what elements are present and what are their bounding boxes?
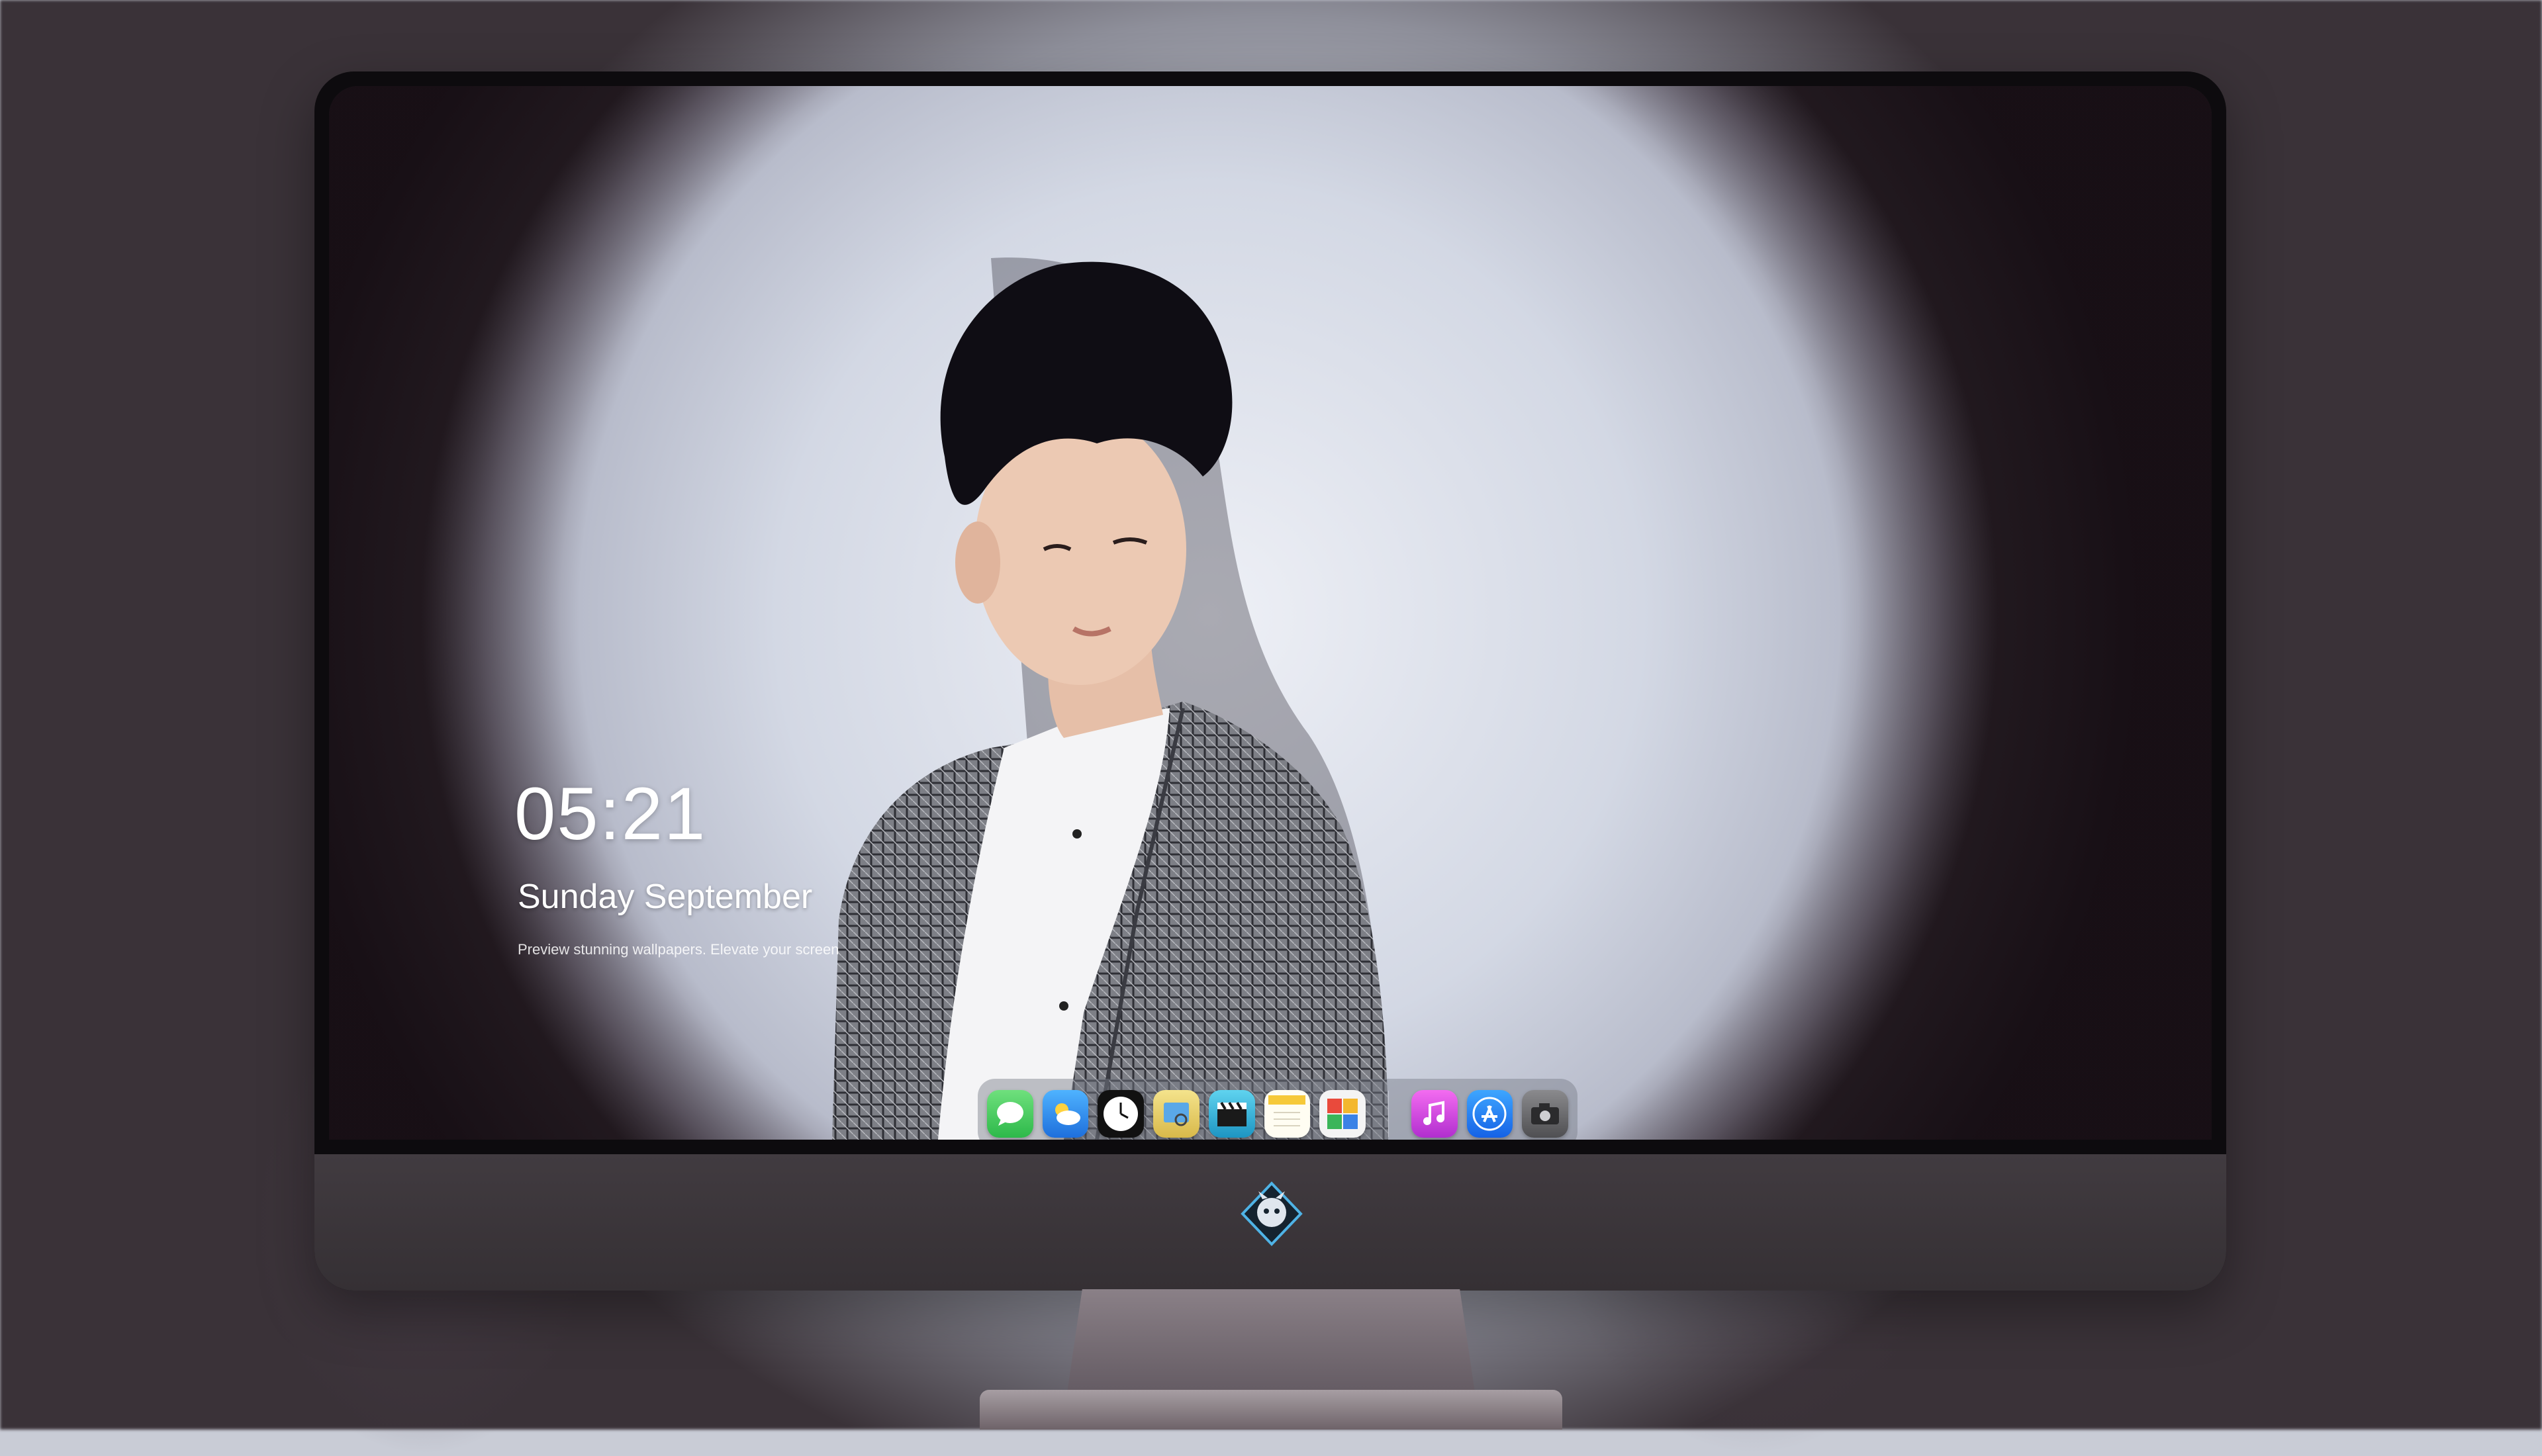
dock-app-preview[interactable] — [1153, 1090, 1200, 1138]
dock-app-notes[interactable] — [1264, 1090, 1311, 1138]
dock-app-itunes[interactable] — [1411, 1090, 1458, 1138]
desktop-screen: 05:21 Sunday September Preview stunning … — [329, 86, 2212, 1140]
dock-app-clips[interactable] — [1208, 1090, 1255, 1138]
dock — [978, 1079, 1577, 1140]
lockscreen-tagline: Preview stunning wallpapers. Elevate you… — [518, 941, 839, 958]
weather-icon — [1055, 1103, 1080, 1125]
camera-icon — [1531, 1103, 1560, 1124]
dock-app-weather[interactable] — [1042, 1090, 1089, 1138]
screen-vignette — [329, 86, 2212, 1140]
dock-app-clock[interactable] — [1098, 1090, 1145, 1138]
clock-icon — [1104, 1097, 1139, 1131]
clapperboard-icon — [1217, 1101, 1247, 1126]
mascot-logo — [1241, 1181, 1303, 1246]
monitor-stand-base — [980, 1390, 1562, 1430]
notes-icon — [1268, 1095, 1306, 1126]
monitor-chin — [314, 1154, 2226, 1291]
monitor: 05:21 Sunday September Preview stunning … — [314, 71, 2226, 1291]
dock-app-photos[interactable] — [1319, 1090, 1366, 1138]
preview-icon — [1163, 1103, 1189, 1126]
dock-separator — [1388, 1091, 1389, 1137]
photos-grid-icon — [1327, 1099, 1358, 1129]
dock-app-camera[interactable] — [1522, 1090, 1568, 1138]
dock-app-messages[interactable] — [987, 1090, 1033, 1138]
app-store-icon — [1472, 1097, 1507, 1131]
dock-app-app-store[interactable] — [1466, 1090, 1513, 1138]
lockscreen-date: Sunday September — [518, 878, 813, 916]
messages-icon — [996, 1102, 1023, 1126]
monitor-stand — [1066, 1289, 1476, 1402]
music-note-icon — [1423, 1101, 1444, 1125]
lockscreen-clock: 05:21 — [514, 772, 707, 855]
